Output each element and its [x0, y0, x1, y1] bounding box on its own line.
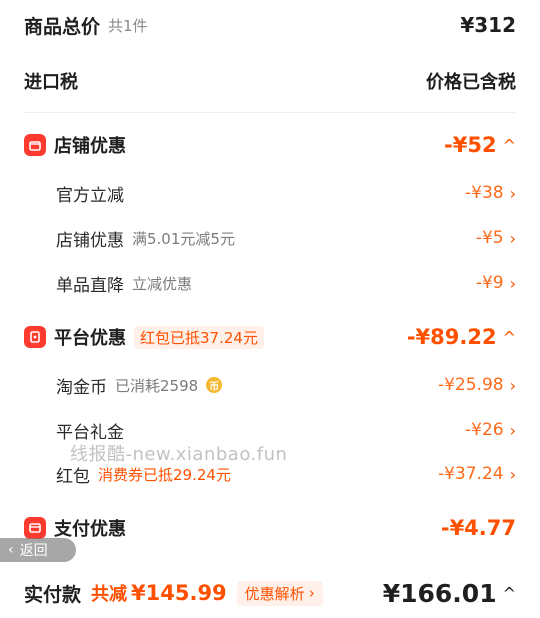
discount-analysis-label: 优惠解析 [244, 584, 305, 603]
tax-label: 进口税 [24, 72, 78, 93]
chevron-up-icon[interactable]: ^ [503, 136, 516, 155]
chevron-right-icon[interactable]: › [510, 229, 516, 248]
payment-discount-amount: -¥4.77 [440, 516, 516, 540]
discount-analysis-button[interactable]: 优惠解析 › [236, 580, 323, 606]
store-item-3-right: -¥9 › [476, 273, 516, 293]
platform-item-1-label: 淘金币 [56, 377, 107, 398]
store-item-2-left: 店铺优惠 满5.01元减5元 [56, 226, 235, 251]
store-item-1[interactable]: 官方立减 -¥38 › [0, 176, 540, 210]
store-item-1-label: 官方立减 [56, 185, 124, 206]
store-item-2-label: 店铺优惠 [56, 230, 124, 251]
platform-item-1[interactable]: 淘金币 已消耗2598 币 -¥25.98 › [0, 368, 540, 402]
back-button-label: 返回 [19, 543, 48, 559]
saved-label: 共减 [91, 584, 128, 605]
chevron-up-icon[interactable]: ^ [503, 584, 516, 603]
chevron-right-icon: › [308, 584, 315, 602]
platform-item-2-amount: -¥26 [465, 420, 504, 440]
store-discount-right: -¥52 ^ [444, 133, 516, 157]
platform-item-2-label: 平台礼金 [56, 422, 124, 443]
card-icon [24, 517, 46, 539]
tax-right: 价格已含税 [426, 68, 516, 94]
tax-row: 进口税 价格已含税 [0, 64, 540, 98]
total-amount: ¥166.01 [382, 578, 497, 608]
total-bar-right: ¥166.01 ^ [383, 579, 516, 608]
platform-discount-row[interactable]: 平台优惠 红包已抵37.24元 -¥89.22 ^ [0, 320, 540, 354]
platform-discount-label: 平台优惠 [54, 328, 126, 349]
store-item-3-label: 单品直降 [56, 275, 124, 296]
chevron-right-icon[interactable]: › [510, 465, 516, 484]
store-item-1-amount: -¥38 [465, 183, 504, 203]
platform-item-3-amount: -¥37.24 [437, 464, 504, 484]
platform-item-1-note: 已消耗2598 [115, 376, 199, 395]
platform-item-1-amount: -¥25.98 [437, 375, 504, 395]
tax-left: 进口税 [24, 68, 78, 94]
store-discount-amount: -¥52 [444, 133, 497, 157]
platform-discount-right: -¥89.22 ^ [407, 325, 516, 349]
summary-left: 商品总价 共1件 [24, 12, 148, 39]
summary-count: 共1件 [108, 16, 148, 35]
red-packet-chip: 红包已抵37.24元 [134, 325, 264, 349]
summary-row: 商品总价 共1件 ¥312 [0, 8, 540, 42]
platform-item-1-left: 淘金币 已消耗2598 币 [56, 373, 223, 398]
summary-amount: ¥312 [460, 13, 516, 37]
store-item-3-note: 立减优惠 [132, 274, 193, 293]
watermark: 线报酷-new.xianbao.fun [70, 444, 288, 465]
platform-discount-left: 平台优惠 红包已抵37.24元 [24, 324, 264, 350]
platform-item-1-right: -¥25.98 › [438, 375, 516, 395]
store-item-1-right: -¥38 › [465, 183, 516, 203]
store-discount-label: 店铺优惠 [54, 136, 126, 157]
pay-label: 实付款 [24, 583, 82, 606]
chevron-right-icon[interactable]: › [510, 184, 516, 203]
saved-amount: ¥145.99 [131, 581, 227, 605]
total-bar-left: 实付款 共减 ¥145.99 优惠解析 › [24, 580, 323, 607]
payment-discount-right: -¥4.77 [441, 516, 516, 540]
coin-icon: 币 [206, 377, 223, 393]
store-discount-left: 店铺优惠 [24, 132, 126, 158]
summary-right: ¥312 [460, 13, 516, 37]
platform-item-3-right: -¥37.24 › [438, 464, 516, 484]
store-item-2[interactable]: 店铺优惠 满5.01元减5元 -¥5 › [0, 221, 540, 255]
red-packet-icon [24, 326, 46, 348]
chevron-right-icon[interactable]: › [510, 421, 516, 440]
divider [24, 112, 516, 113]
store-item-3[interactable]: 单品直降 立减优惠 -¥9 › [0, 266, 540, 300]
store-item-1-left: 官方立减 [56, 181, 124, 206]
summary-title: 商品总价 [24, 15, 101, 38]
chevron-up-icon[interactable]: ^ [503, 328, 516, 347]
store-item-2-amount: -¥5 [475, 228, 504, 248]
payment-discount-row[interactable]: 支付优惠 -¥4.77 [0, 511, 540, 545]
platform-item-2-left: 平台礼金 [56, 418, 124, 443]
chevron-left-icon: ‹ [8, 542, 14, 558]
store-icon [24, 134, 46, 156]
store-discount-row[interactable]: 店铺优惠 -¥52 ^ [0, 128, 540, 162]
platform-discount-amount: -¥89.22 [406, 325, 497, 349]
back-button[interactable]: ‹ 返回 [0, 538, 76, 562]
tax-value: 价格已含税 [426, 72, 516, 93]
chevron-right-icon[interactable]: › [510, 376, 516, 395]
chevron-right-icon[interactable]: › [510, 274, 516, 293]
store-item-3-amount: -¥9 [475, 273, 504, 293]
platform-item-3-note: 消费券已抵29.24元 [98, 465, 231, 484]
total-bar: 实付款 共减 ¥145.99 优惠解析 › ¥166.01 ^ [0, 568, 540, 618]
store-item-2-note: 满5.01元减5元 [132, 229, 235, 248]
platform-item-2-right: -¥26 › [465, 420, 516, 440]
store-item-2-right: -¥5 › [476, 228, 516, 248]
store-item-3-left: 单品直降 立减优惠 [56, 271, 192, 296]
